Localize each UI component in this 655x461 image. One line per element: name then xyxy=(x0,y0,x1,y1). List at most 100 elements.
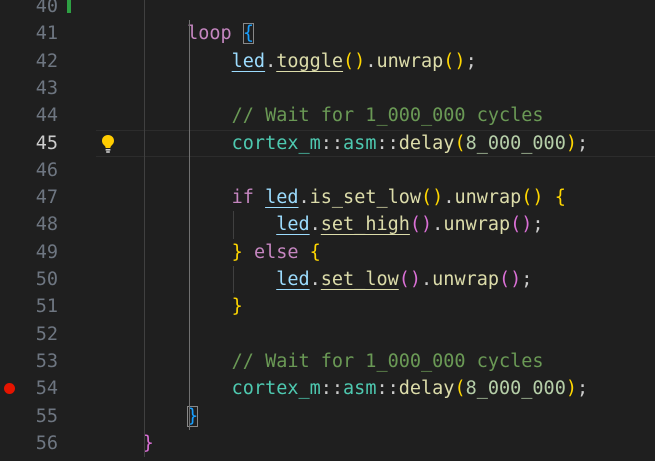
code-token: 8_000_000 xyxy=(465,132,566,154)
code-token: delay xyxy=(398,132,455,154)
code-token: () xyxy=(443,50,466,72)
code-token: { xyxy=(309,241,321,263)
code-token: led xyxy=(276,269,310,290)
line-number: 48 xyxy=(35,214,58,236)
indent-guide xyxy=(233,211,235,239)
code-token: // Wait for 1_000_000 cycles xyxy=(231,350,544,372)
code-token: asm xyxy=(343,132,377,154)
code-token: :: xyxy=(320,132,344,154)
line-number: 46 xyxy=(35,159,58,181)
line-number: 55 xyxy=(35,405,58,427)
code-token: if xyxy=(231,187,254,209)
code-token: led xyxy=(276,214,310,236)
code-token: () xyxy=(510,214,533,236)
git-added-marker xyxy=(67,0,71,13)
line-number: 45 xyxy=(35,132,58,154)
indent-guide xyxy=(188,20,190,430)
gutter-row[interactable]: 42 xyxy=(0,48,96,75)
code-editor[interactable]: 40 41 42 43 44 45 46 47 48 49 50 51 52 53 54 55 56 loop … xyxy=(0,0,655,461)
code-line[interactable]: led.set_high().unwrap(); xyxy=(98,211,543,238)
code-line[interactable]: cortex_m::asm::delay(8_000_000); xyxy=(98,375,588,402)
gutter-row[interactable]: 41 xyxy=(0,20,96,47)
code-line[interactable]: } xyxy=(98,403,199,430)
code-token: :: xyxy=(376,132,399,154)
gutter-row[interactable]: 54 xyxy=(0,375,96,402)
gutter-row[interactable]: 48 xyxy=(0,211,96,238)
line-number: 43 xyxy=(35,77,58,99)
line-number: 42 xyxy=(35,50,58,72)
line-number: 51 xyxy=(35,296,58,318)
gutter-row[interactable]: 46 xyxy=(0,157,96,184)
code-line[interactable]: // Wait for 1_000_000 cycles xyxy=(98,348,544,375)
code-token: . xyxy=(309,269,321,290)
code-token: set_low xyxy=(320,269,399,290)
code-token: :: xyxy=(320,378,344,400)
line-number: 53 xyxy=(35,350,58,372)
code-line[interactable]: } else { xyxy=(98,239,321,266)
lightbulb-icon[interactable] xyxy=(101,134,115,154)
gutter-row[interactable]: 52 xyxy=(0,321,96,348)
code-token: . xyxy=(432,214,444,236)
code-token: 8_000_000 xyxy=(465,378,566,400)
gutter-row[interactable]: 50 xyxy=(0,266,96,293)
code-area[interactable]: loop { led.toggle().unwrap(); // Wait fo… xyxy=(98,0,655,461)
line-number: 54 xyxy=(35,378,58,400)
code-token: unwrap xyxy=(454,187,522,209)
code-token: ( xyxy=(454,132,466,154)
indent-guide xyxy=(233,266,235,294)
gutter-row[interactable]: 43 xyxy=(0,75,96,102)
code-line[interactable]: led.toggle().unwrap(); xyxy=(98,48,477,75)
gutter-row[interactable]: 53 xyxy=(0,348,96,375)
code-line[interactable]: cortex_m::asm::delay(8_000_000); xyxy=(98,130,588,157)
gutter-row[interactable]: 51 xyxy=(0,293,96,320)
code-token: . xyxy=(265,50,277,72)
gutter-row[interactable]: 40 xyxy=(0,0,96,20)
code-token: led xyxy=(265,187,299,209)
code-token: is_set_low xyxy=(309,187,422,209)
code-line[interactable]: // Wait for 1_000_000 cycles xyxy=(98,102,544,129)
indent-guide xyxy=(144,0,146,458)
code-token: . xyxy=(421,269,433,290)
gutter-row[interactable]: 45 xyxy=(0,130,96,157)
code-token: . xyxy=(298,187,310,209)
gutter-row[interactable]: 56 xyxy=(0,430,96,457)
gutter-row[interactable]: 47 xyxy=(0,184,96,211)
line-number: 40 xyxy=(35,0,58,17)
code-token: . xyxy=(365,50,377,72)
code-token: () xyxy=(499,269,522,290)
line-number: 47 xyxy=(35,187,58,209)
gutter-row[interactable]: 49 xyxy=(0,239,96,266)
code-line[interactable]: loop { xyxy=(98,20,254,47)
code-token: // Wait for 1_000_000 cycles xyxy=(231,105,544,127)
code-token: set_high xyxy=(320,214,410,236)
code-token: { xyxy=(554,187,566,209)
code-line[interactable]: if led.is_set_low().unwrap() { xyxy=(98,184,566,211)
code-token: asm xyxy=(343,378,377,400)
code-token: () xyxy=(521,187,544,209)
code-line[interactable]: led.set_low().unwrap(); xyxy=(98,266,532,293)
code-line[interactable]: } xyxy=(98,293,243,320)
code-token: ; xyxy=(465,50,477,72)
code-token: . xyxy=(443,187,455,209)
line-number-gutter[interactable]: 40 41 42 43 44 45 46 47 48 49 50 51 52 53 54 55 56 xyxy=(0,0,96,461)
line-number: 56 xyxy=(35,432,58,454)
code-token: ; xyxy=(521,269,533,290)
code-token: () xyxy=(421,187,444,209)
gutter-row[interactable]: 55 xyxy=(0,403,96,430)
code-token: cortex_m xyxy=(231,378,321,400)
breakpoint-icon[interactable] xyxy=(4,383,15,395)
line-number: 41 xyxy=(35,23,58,45)
line-number: 44 xyxy=(35,105,58,127)
code-token: unwrap xyxy=(443,214,511,236)
gutter-row[interactable]: 44 xyxy=(0,102,96,129)
